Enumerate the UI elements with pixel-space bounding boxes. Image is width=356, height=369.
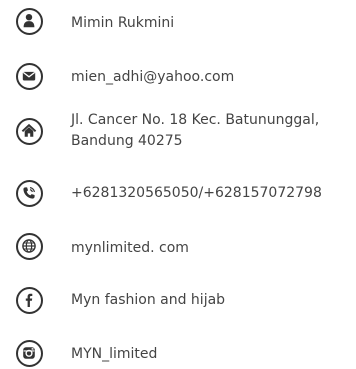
home-icon: [16, 118, 43, 145]
contact-website-link[interactable]: mynlimited. com: [71, 238, 189, 259]
contact-list: Mimin Rukmini mien_adhi@yahoo.com Jl. Ca…: [0, 0, 356, 369]
address-line-2: Bandung 40275: [71, 133, 183, 149]
phone-icon: [16, 180, 43, 207]
contact-email-link[interactable]: mien_adhi@yahoo.com: [71, 67, 234, 88]
contact-facebook-link[interactable]: Myn fashion and hijab: [71, 290, 225, 311]
contact-phone-text[interactable]: +6281320565050/+628157072798: [71, 183, 322, 204]
person-icon: [16, 8, 43, 35]
address-line-1: Jl. Cancer No. 18 Kec. Batununggal,: [71, 112, 320, 128]
globe-icon: [16, 233, 43, 260]
facebook-icon: [16, 287, 43, 314]
contact-name-text: Mimin Rukmini: [71, 15, 175, 31]
envelope-icon: [16, 63, 43, 90]
contact-instagram-link[interactable]: MYN_limited: [71, 344, 157, 365]
instagram-icon: [16, 340, 43, 367]
contact-address-text: Jl. Cancer No. 18 Kec. Batununggal, Band…: [71, 110, 355, 152]
